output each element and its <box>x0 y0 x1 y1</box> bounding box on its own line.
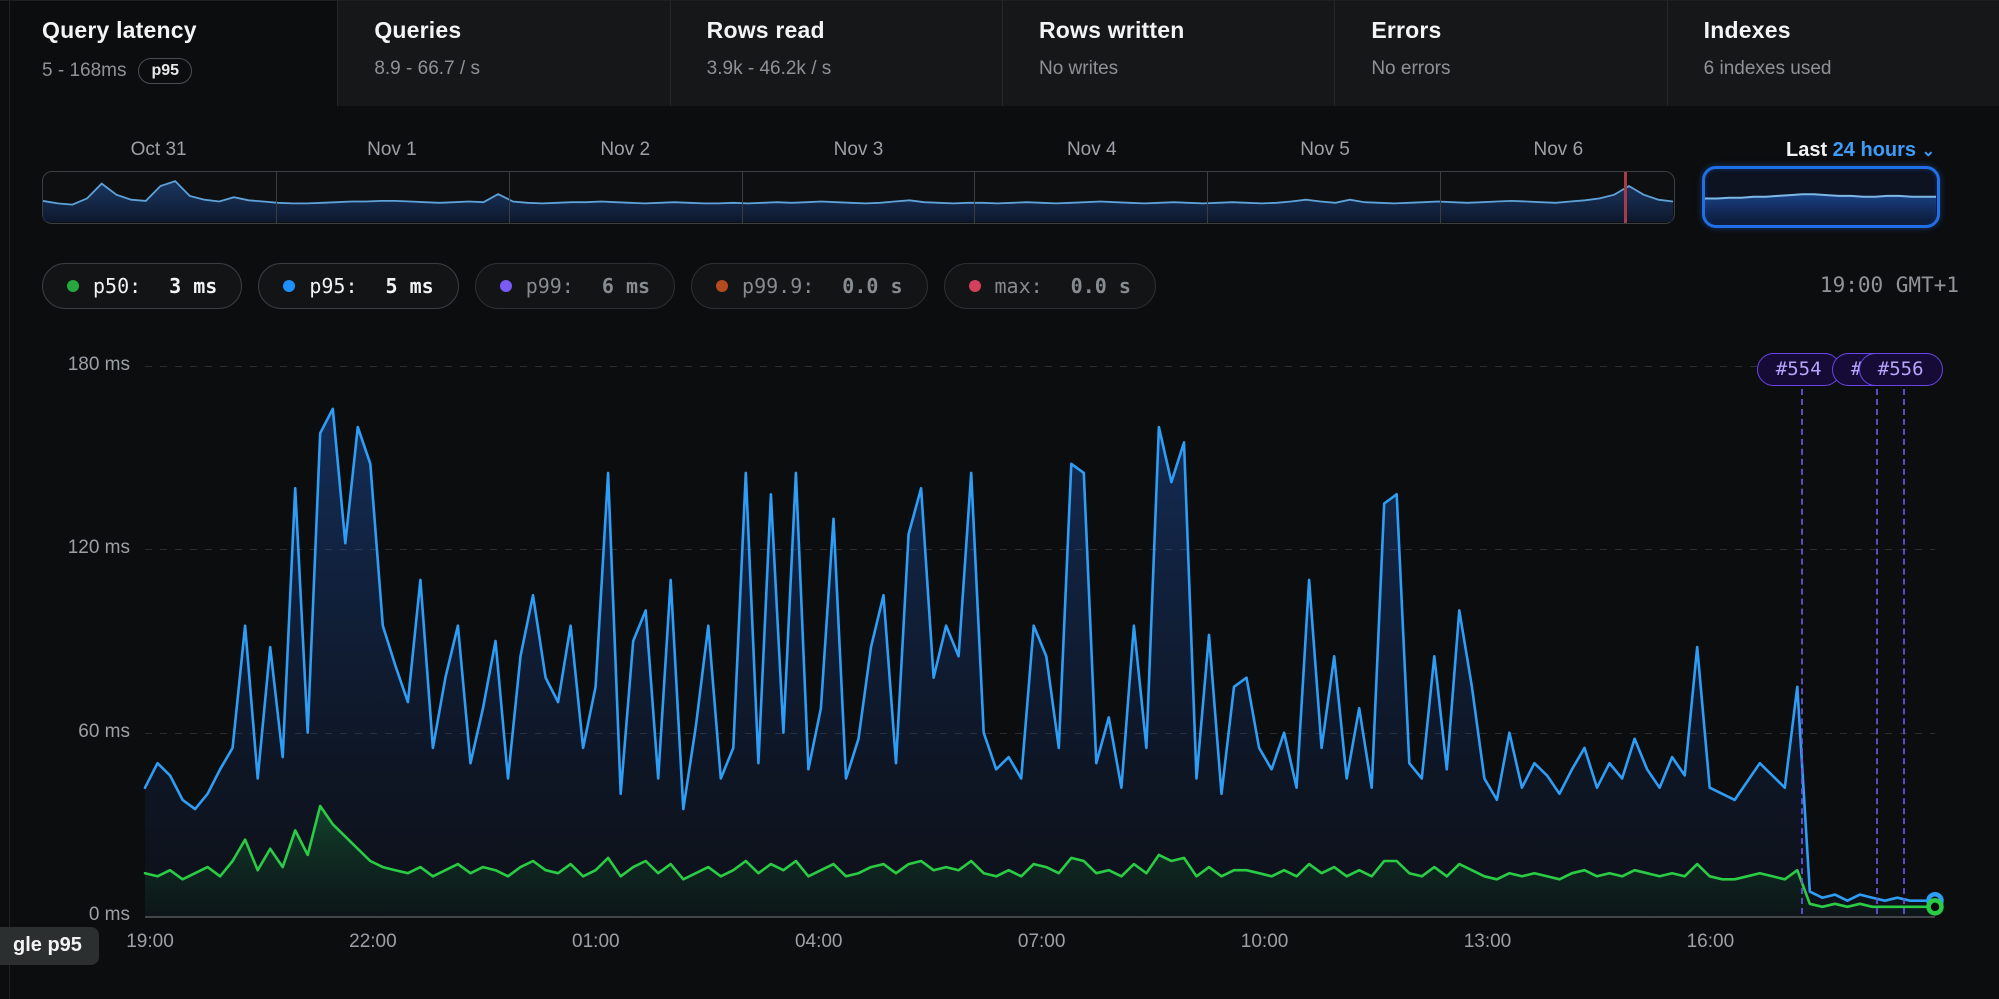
x-tick-label: 13:00 <box>1442 931 1532 953</box>
latency-chart: 180 ms120 ms60 ms0 ms #554#555#556 19:00… <box>0 331 1999 981</box>
annotation-badge-554[interactable]: #554 <box>1757 353 1841 386</box>
p95-badge: p95 <box>138 58 192 84</box>
date-label: Nov 6 <box>1442 139 1675 161</box>
chevron-down-icon: ⌄ <box>1922 143 1935 160</box>
date-label: Nov 2 <box>509 139 742 161</box>
minimap-day-divider <box>276 172 277 223</box>
annotation-line-555 <box>1876 379 1878 914</box>
minimap-day-divider <box>974 172 975 223</box>
annotation-line-556 <box>1903 379 1905 914</box>
x-tick-label: 07:00 <box>997 931 1087 953</box>
legend-label: p99: <box>526 274 574 298</box>
legend-badge-p50[interactable]: p50: 3 ms <box>42 263 242 309</box>
tab-title: Errors <box>1371 17 1666 44</box>
tab-title: Query latency <box>42 17 337 44</box>
x-tick-label: 16:00 <box>1665 931 1755 953</box>
x-tick-label: 10:00 <box>1220 931 1310 953</box>
x-tick-label: 01:00 <box>551 931 641 953</box>
tab-value: No writes <box>1039 58 1118 80</box>
annotation-badge-556[interactable]: #556 <box>1859 353 1943 386</box>
legend-badge-p999[interactable]: p99.9: 0.0 s <box>691 263 927 309</box>
selection-sparkline <box>1705 169 1936 224</box>
range-prefix: Last <box>1786 139 1827 161</box>
legend-badge-p95[interactable]: p95: 5 ms <box>258 263 458 309</box>
tab-value: 5 - 168ms <box>42 60 126 82</box>
series-color-dot <box>969 280 981 292</box>
date-label: Nov 3 <box>742 139 975 161</box>
timeline-date-labels: Oct 31 Nov 1 Nov 2 Nov 3 Nov 4 Nov 5 Nov… <box>42 139 1675 161</box>
tab-errors[interactable]: Errors No errors <box>1335 1 1667 106</box>
tab-value: 3.9k - 46.2k / s <box>707 58 832 80</box>
annotation-line-554 <box>1801 379 1803 914</box>
legend-badge-p99[interactable]: p99: 6 ms <box>475 263 675 309</box>
percentile-legend: p50: 3 ms p95: 5 ms p99: 6 ms p99.9: 0.0 s max: 0… <box>42 263 1156 309</box>
metric-tabs: Query latency 5 - 168ms p95 Queries 8.9 … <box>10 1 1999 106</box>
tab-queries[interactable]: Queries 8.9 - 66.7 / s <box>338 1 670 106</box>
series-color-dot <box>283 280 295 292</box>
toggle-series-tooltip: gle p95 <box>0 927 99 965</box>
minimap-day-divider <box>1207 172 1208 223</box>
x-tick-label: 04:00 <box>774 931 864 953</box>
series-color-dot <box>716 280 728 292</box>
tab-value: 6 indexes used <box>1704 58 1832 80</box>
legend-value: 0.0 s <box>842 274 902 298</box>
legend-value: 0.0 s <box>1071 274 1131 298</box>
legend-value: 6 ms <box>602 274 650 298</box>
minimap-sparkline <box>43 172 1673 222</box>
legend-label: p50: <box>93 274 141 298</box>
x-tick-label: 22:00 <box>328 931 418 953</box>
minimap-day-divider <box>1440 172 1441 223</box>
tab-value: 8.9 - 66.7 / s <box>374 58 480 80</box>
chart-plot-area[interactable] <box>0 331 1999 981</box>
x-tick-label: 19:00 <box>105 931 195 953</box>
legend-label: p95: <box>309 274 357 298</box>
date-label: Nov 4 <box>975 139 1208 161</box>
tab-indexes[interactable]: Indexes 6 indexes used <box>1668 1 1999 106</box>
legend-label: max: <box>995 274 1043 298</box>
tab-title: Queries <box>374 17 669 44</box>
legend-label: p99.9: <box>742 274 814 298</box>
timezone-label: 19:00 GMT+1 <box>1820 273 1959 297</box>
series-color-dot <box>67 280 79 292</box>
tab-rows-read[interactable]: Rows read 3.9k - 46.2k / s <box>671 1 1003 106</box>
tab-rows-written[interactable]: Rows written No writes <box>1003 1 1335 106</box>
minimap-event-marker <box>1624 172 1627 223</box>
date-label: Nov 5 <box>1208 139 1441 161</box>
minimap-day-divider <box>509 172 510 223</box>
tab-title: Rows written <box>1039 17 1334 44</box>
tab-title: Rows read <box>707 17 1002 44</box>
range-value: 24 hours <box>1833 139 1916 161</box>
legend-value: 3 ms <box>169 274 217 298</box>
series-color-dot <box>500 280 512 292</box>
tab-value: No errors <box>1371 58 1450 80</box>
minimap-day-divider <box>742 172 743 223</box>
date-label: Oct 31 <box>42 139 275 161</box>
time-range-selector[interactable]: Last 24 hours ⌄ <box>1690 139 1935 162</box>
legend-badge-max[interactable]: max: 0.0 s <box>944 263 1156 309</box>
selected-range-window[interactable] <box>1702 166 1940 228</box>
date-label: Nov 1 <box>275 139 508 161</box>
legend-value: 5 ms <box>386 274 434 298</box>
latency-dashboard: Query latency 5 - 168ms p95 Queries 8.9 … <box>0 0 1999 999</box>
tab-query-latency[interactable]: Query latency 5 - 168ms p95 <box>10 1 338 106</box>
tab-title: Indexes <box>1704 17 1999 44</box>
history-minimap[interactable] <box>42 171 1675 224</box>
